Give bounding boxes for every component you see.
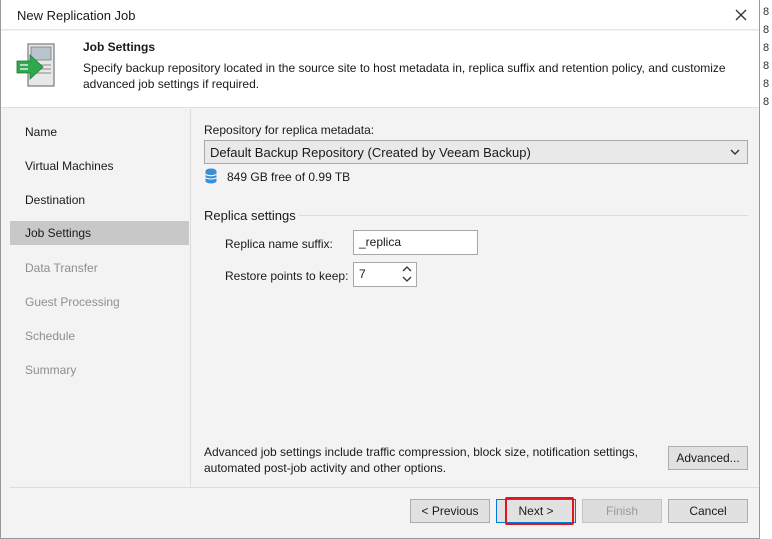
bg-text: 8 <box>763 60 770 72</box>
bg-text: 8 <box>763 42 770 54</box>
bg-text: 8 <box>763 78 770 90</box>
database-icon <box>205 168 217 184</box>
bg-text: 8 <box>763 24 770 36</box>
step-destination[interactable]: Destination <box>10 188 189 212</box>
wizard-header: Job Settings Specify backup repository l… <box>1 31 759 108</box>
spinner-arrows-icon[interactable] <box>401 264 413 284</box>
repository-select-value: Default Backup Repository (Created by Ve… <box>210 145 531 160</box>
replication-job-dialog: New Replication Job Job Settings Specify… <box>0 0 760 539</box>
step-job-settings[interactable]: Job Settings <box>10 221 189 245</box>
bg-text: 8 <box>763 96 770 108</box>
section-divider <box>299 215 748 216</box>
close-icon <box>735 9 747 21</box>
close-button[interactable] <box>729 3 753 27</box>
wizard-steps: Name Virtual Machines Destination Job Se… <box>10 109 189 487</box>
restore-points-value: 7 <box>359 267 366 281</box>
next-button-highlight <box>505 497 574 525</box>
title-bar: New Replication Job <box>1 0 759 30</box>
cancel-button[interactable]: Cancel <box>668 499 748 523</box>
advanced-button[interactable]: Advanced... <box>668 446 748 470</box>
replica-suffix-input[interactable]: _replica <box>353 230 478 255</box>
advanced-description: Advanced job settings include traffic co… <box>204 445 639 475</box>
repository-select[interactable]: Default Backup Repository (Created by Ve… <box>204 140 748 164</box>
suffix-label: Replica name suffix: <box>225 237 333 251</box>
free-space-text: 849 GB free of 0.99 TB <box>227 170 351 184</box>
step-name[interactable]: Name <box>10 120 189 144</box>
chevron-down-icon <box>730 149 740 155</box>
step-schedule: Schedule <box>25 329 76 343</box>
replication-wizard-icon <box>16 43 55 87</box>
window-title: New Replication Job <box>17 8 136 23</box>
job-settings-panel: Repository for replica metadata: Default… <box>190 109 759 487</box>
previous-button[interactable]: < Previous <box>410 499 490 523</box>
step-summary: Summary <box>25 363 77 377</box>
background-window-strip: 8 8 8 8 8 8 <box>760 0 772 539</box>
step-data-transfer: Data Transfer <box>25 261 98 275</box>
bg-text: 8 <box>763 6 770 18</box>
footer-divider <box>10 487 759 488</box>
step-virtual-machines[interactable]: Virtual Machines <box>10 154 189 178</box>
header-title: Job Settings <box>83 40 156 54</box>
header-description: Specify backup repository located in the… <box>83 61 726 91</box>
finish-button: Finish <box>582 499 662 523</box>
step-guest-processing: Guest Processing <box>25 295 120 309</box>
restore-points-label: Restore points to keep: <box>225 269 349 283</box>
replica-settings-heading: Replica settings <box>204 208 296 223</box>
restore-points-stepper[interactable]: 7 <box>353 262 417 287</box>
repository-label: Repository for replica metadata: <box>204 123 375 137</box>
